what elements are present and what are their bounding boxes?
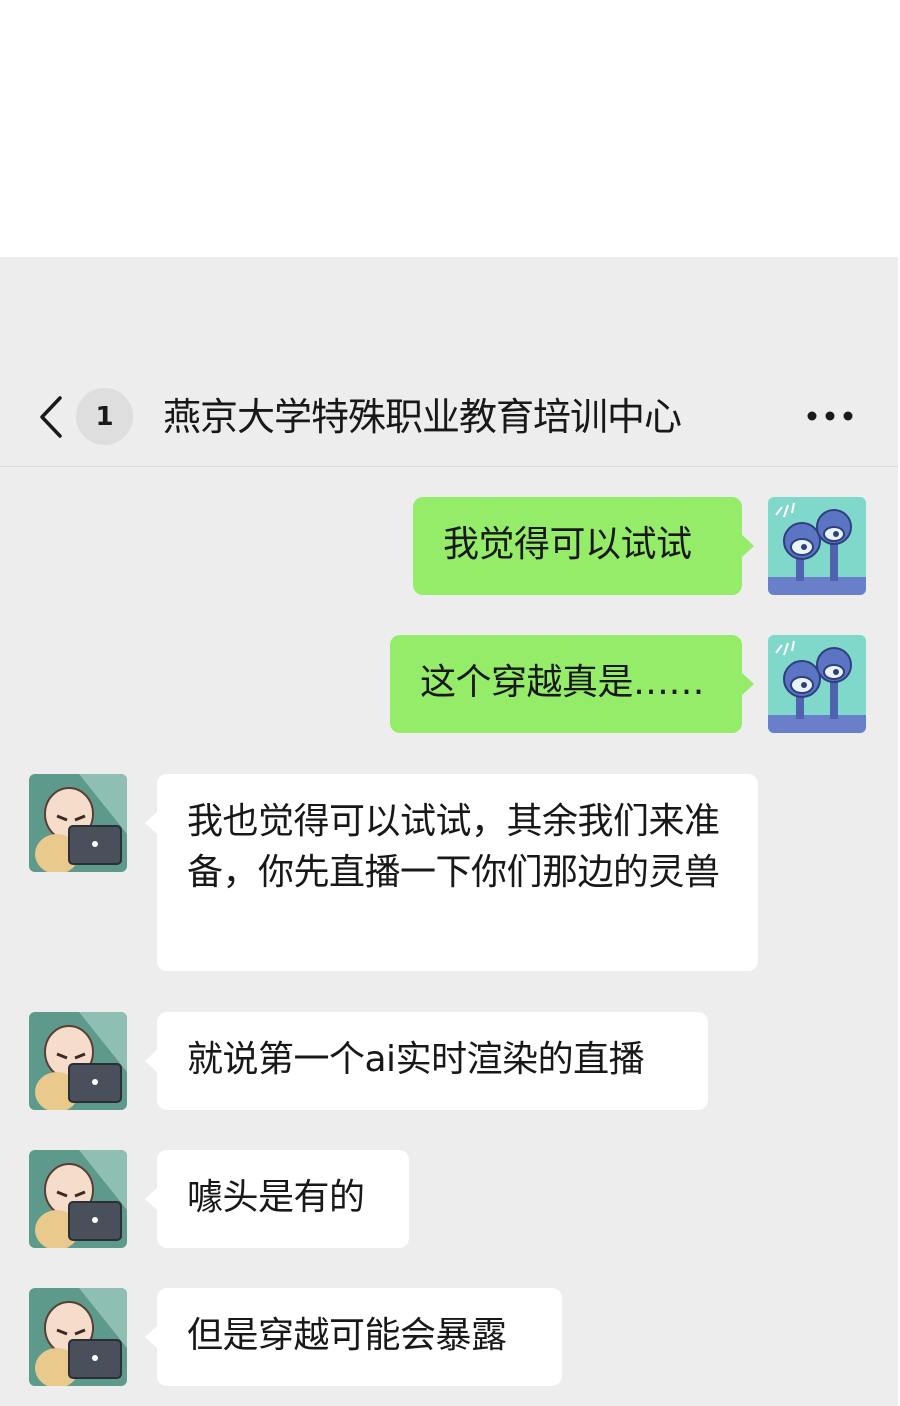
chat-title: 燕京大学特殊职业教育培训中心 (163, 395, 682, 439)
baby-laptop-avatar-icon (29, 774, 127, 872)
baby-laptop-avatar-icon (29, 1012, 127, 1110)
robot-avatar-icon (768, 497, 866, 595)
baby-laptop-avatar-icon (29, 1288, 127, 1386)
received-message-bubble[interactable]: 就说第一个ai实时渲染的直播 (145, 1012, 708, 1110)
contact-avatar[interactable] (29, 1288, 127, 1386)
unread-count-badge[interactable]: 1 (76, 388, 133, 445)
blank-area (0, 0, 900, 257)
received-message-bubble[interactable]: 噱头是有的 (145, 1150, 409, 1248)
chat-header: 1 燕京大学特殊职业教育培训中心 (0, 368, 898, 467)
robot-avatar-icon (768, 635, 866, 733)
contact-avatar[interactable] (29, 1012, 127, 1110)
contact-avatar[interactable] (29, 774, 127, 872)
sent-message-bubble[interactable]: 这个穿越真是…… (390, 635, 754, 733)
sent-message-bubble[interactable]: 我觉得可以试试 (413, 497, 754, 595)
back-button[interactable] (30, 390, 74, 444)
my-avatar[interactable] (768, 497, 866, 595)
baby-laptop-avatar-icon (29, 1150, 127, 1248)
chevron-left-icon (40, 396, 62, 438)
received-message-bubble[interactable]: 我也觉得可以试试，其余我们来准备，你先直播一下你们那边的灵兽 (145, 774, 758, 971)
received-message-bubble[interactable]: 但是穿越可能会暴露 (145, 1288, 562, 1386)
more-button[interactable] (802, 398, 858, 434)
more-dots-icon (807, 411, 853, 421)
my-avatar[interactable] (768, 635, 866, 733)
contact-avatar[interactable] (29, 1150, 127, 1248)
